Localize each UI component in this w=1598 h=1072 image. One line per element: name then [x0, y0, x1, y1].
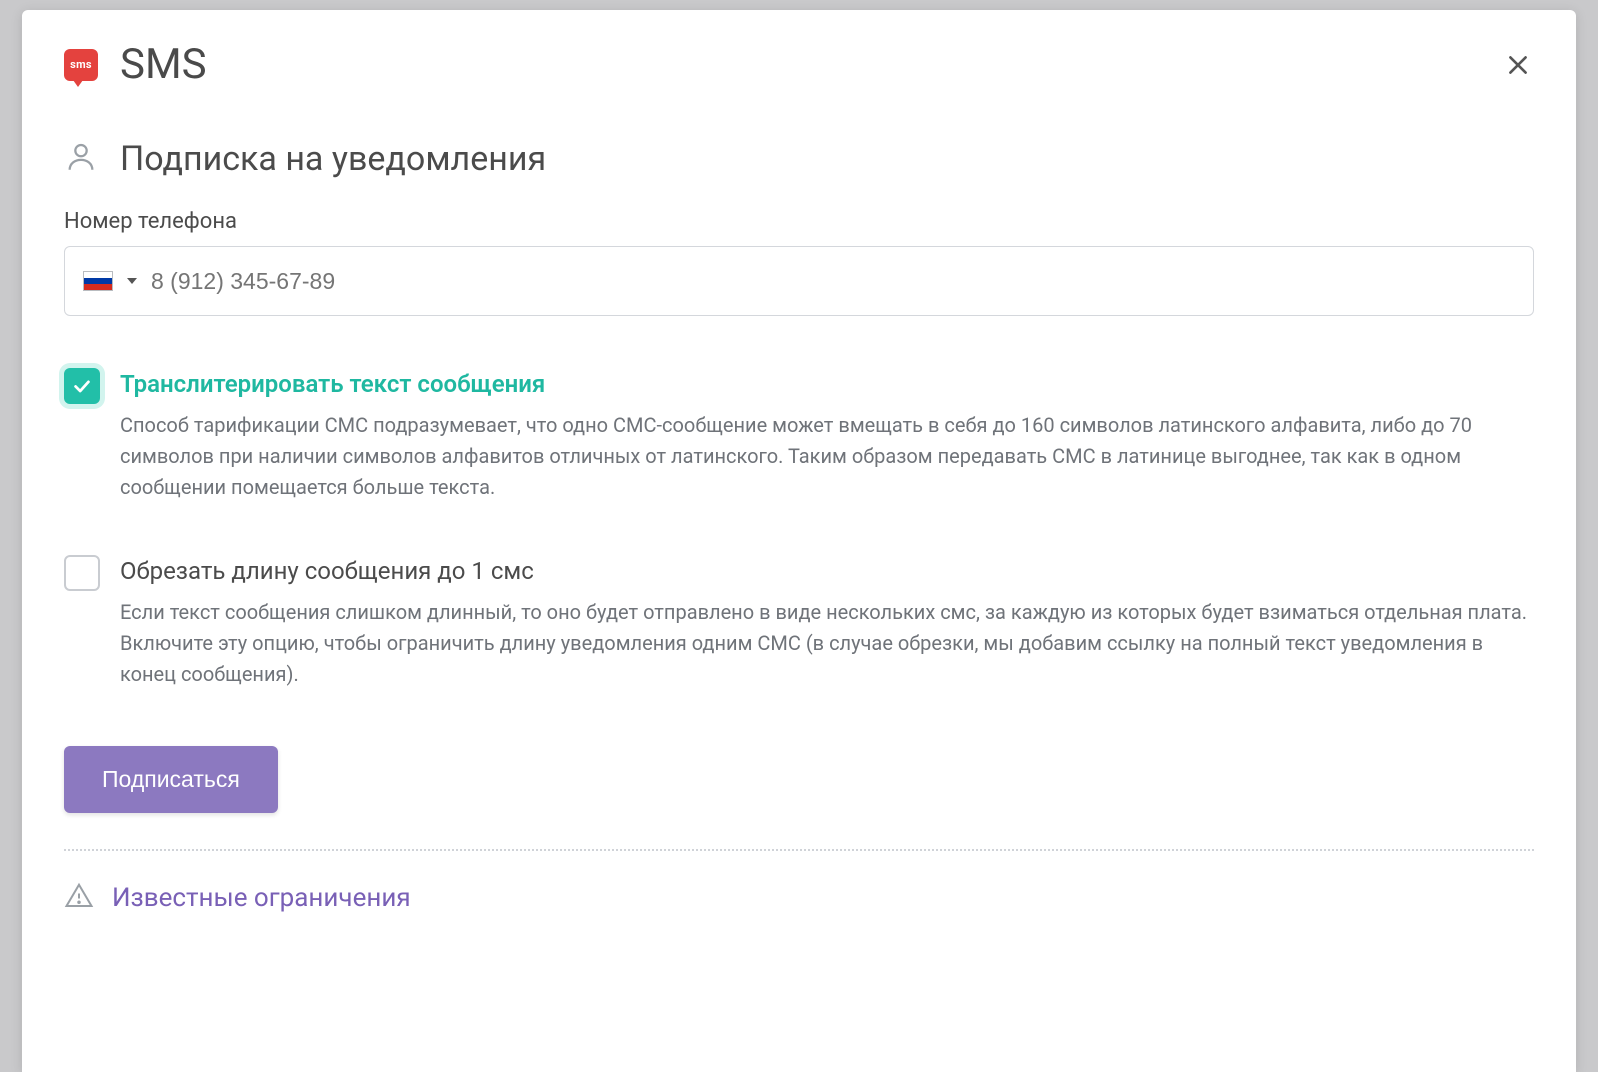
option-truncate: Обрезать длину сообщения до 1 смс Если т… [64, 555, 1534, 690]
truncate-description: Если текст сообщения слишком длинный, то… [120, 597, 1534, 690]
modal-title: SMS [120, 40, 207, 89]
phone-input[interactable] [151, 268, 1515, 295]
phone-label: Номер телефона [64, 209, 1534, 234]
phone-input-wrap[interactable] [64, 246, 1534, 316]
flag-ru-icon[interactable] [83, 271, 113, 291]
truncate-title: Обрезать длину сообщения до 1 смс [120, 557, 1534, 585]
truncate-checkbox[interactable] [64, 555, 100, 591]
known-limitations-link[interactable]: Известные ограничения [112, 883, 411, 913]
person-icon [64, 140, 98, 178]
close-button[interactable] [1502, 49, 1534, 81]
sms-modal: sms SMS Подписка на уведомления Номер те… [22, 10, 1576, 1072]
chevron-down-icon[interactable] [127, 278, 137, 284]
truncate-content: Обрезать длину сообщения до 1 смс Если т… [120, 555, 1534, 690]
option-transliterate: Транслитерировать текст сообщения Способ… [64, 368, 1534, 503]
modal-header: sms SMS [64, 40, 1534, 89]
check-icon [71, 375, 93, 397]
sms-icon-label: sms [70, 58, 92, 71]
title-wrap: sms SMS [64, 40, 207, 89]
close-icon [1505, 52, 1531, 78]
warning-icon [64, 881, 94, 915]
transliterate-title: Транслитерировать текст сообщения [120, 370, 1534, 398]
divider [64, 849, 1534, 851]
transliterate-description: Способ тарификации СМС подразумевает, чт… [120, 410, 1534, 503]
subscribe-button[interactable]: Подписаться [64, 746, 278, 813]
section-header: Подписка на уведомления [64, 139, 1534, 179]
transliterate-checkbox[interactable] [64, 368, 100, 404]
known-limitations-row[interactable]: Известные ограничения [64, 881, 1534, 925]
section-title: Подписка на уведомления [120, 139, 546, 179]
transliterate-content: Транслитерировать текст сообщения Способ… [120, 368, 1534, 503]
sms-icon: sms [64, 49, 98, 81]
